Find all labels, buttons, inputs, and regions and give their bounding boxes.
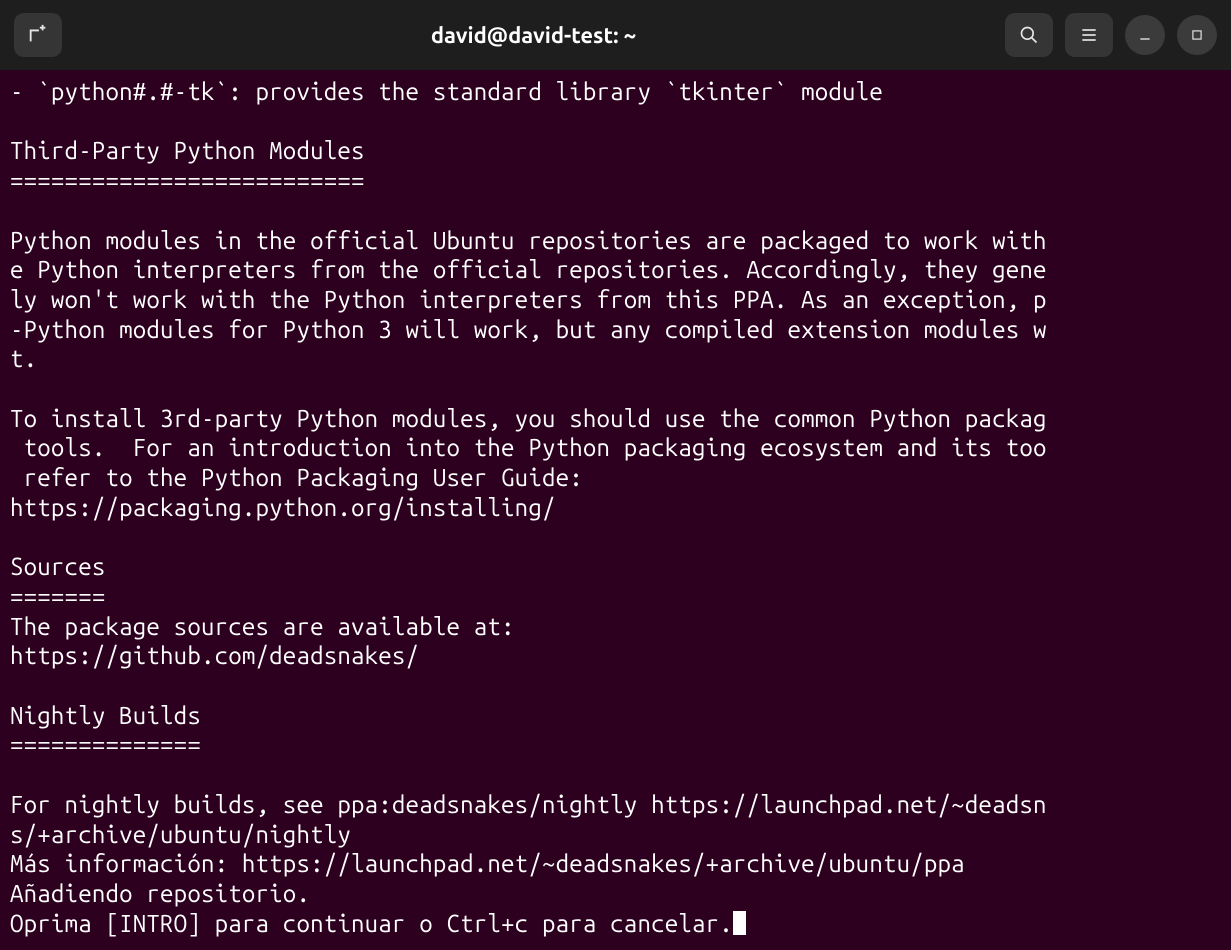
new-tab-button[interactable] bbox=[14, 13, 62, 57]
minimize-button[interactable] bbox=[1125, 15, 1165, 55]
terminal-viewport[interactable]: - `python#.#-tk`: provides the standard … bbox=[0, 70, 1231, 950]
titlebar-right bbox=[1005, 13, 1217, 57]
titlebar: david@david-test: ~ bbox=[0, 0, 1231, 70]
new-tab-icon bbox=[27, 24, 49, 46]
terminal-prompt-line: Oprima [INTRO] para continuar o Ctrl+c p… bbox=[10, 910, 733, 937]
terminal-output: - `python#.#-tk`: provides the standard … bbox=[10, 78, 1047, 907]
window-title: david@david-test: ~ bbox=[72, 23, 995, 48]
search-icon bbox=[1019, 25, 1039, 45]
menu-button[interactable] bbox=[1065, 13, 1113, 57]
search-button[interactable] bbox=[1005, 13, 1053, 57]
maximize-button[interactable] bbox=[1177, 15, 1217, 55]
maximize-icon bbox=[1190, 28, 1204, 42]
hamburger-icon bbox=[1079, 25, 1099, 45]
minimize-icon bbox=[1137, 27, 1153, 43]
terminal-cursor bbox=[733, 911, 746, 935]
